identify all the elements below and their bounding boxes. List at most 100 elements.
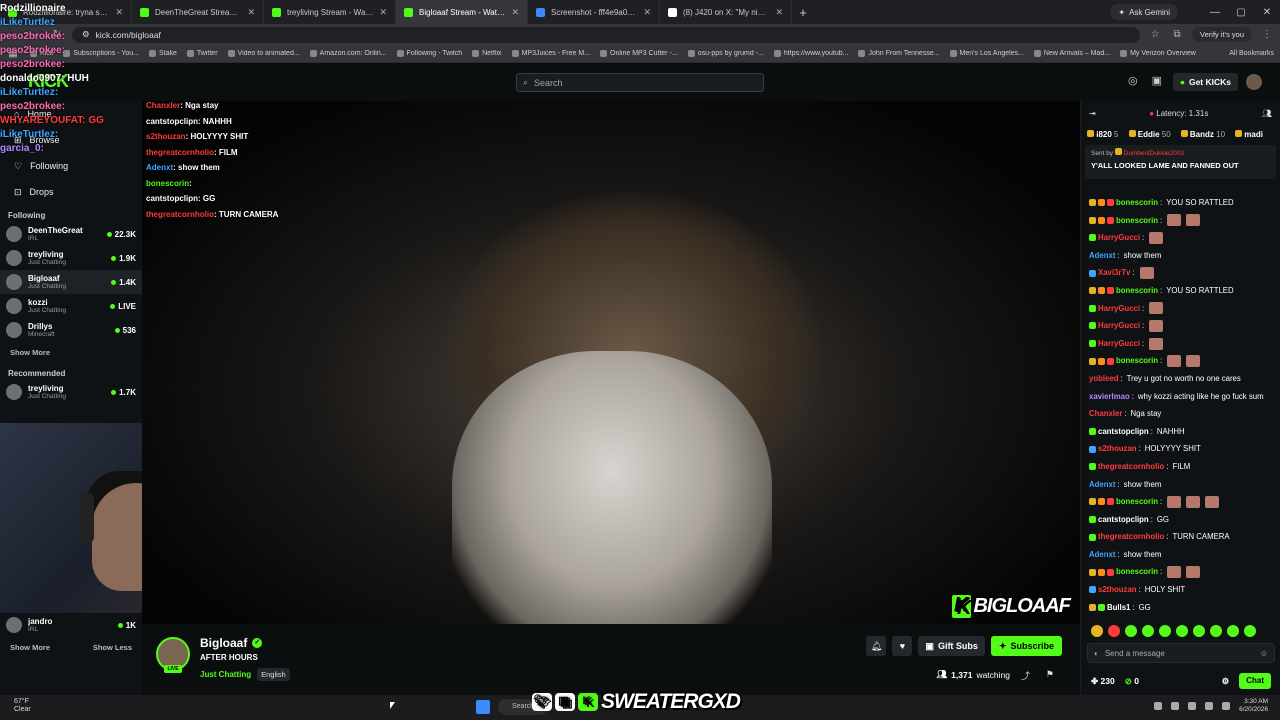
chat-message[interactable]: Adenxt: show them [1081,546,1280,564]
new-tab-button[interactable]: + [792,5,814,20]
send-chat-button[interactable]: Chat [1239,673,1271,689]
show-more-bottom-button[interactable]: Show More [0,637,60,658]
tab-close-icon[interactable]: ✕ [775,7,783,18]
chat-username[interactable]: Xavi3rTv [1098,264,1131,282]
extensions-icon[interactable]: ⧉ [1170,29,1184,40]
chat-username[interactable]: Chanxler [1089,405,1122,423]
chat-users-icon[interactable]: 👥︎ [1262,109,1272,118]
chat-message[interactable]: Adenxt: show them [1081,247,1280,265]
show-less-button[interactable]: Show Less [83,637,142,658]
chat-message[interactable]: cantstopclipn: GG [1081,511,1280,529]
emoji-picker-icon[interactable]: ☺ [1260,649,1268,658]
chat-username[interactable]: Adenxt [1089,476,1115,494]
bookmark-item[interactable]: New Arrivals – Mad... [1033,50,1110,57]
share-icon[interactable]: ⤴ [1021,669,1030,682]
chat-username[interactable]: Adenxt [1089,247,1115,265]
bookmark-item[interactable]: Twitter [186,50,218,57]
collapse-chat-icon[interactable]: ⇥ [1089,109,1096,118]
chat-username[interactable]: thegreatcornholio [1098,458,1164,476]
get-kicks-button[interactable]: ● Get KICKs [1172,73,1238,91]
chat-message[interactable]: s2thouzan: HOLY SHIT [1081,581,1280,599]
url-input[interactable]: ⚙ kick.com/bigloaaf [72,26,1141,43]
profile-button[interactable]: Verify it's you [1192,27,1252,42]
chat-settings-icon[interactable]: ⚙ [1222,676,1230,687]
emote-icon[interactable] [1108,625,1120,637]
emote-icon[interactable] [1244,625,1256,637]
stream-manager-icon[interactable]: ▣ [1149,74,1165,90]
tray-chevron-icon[interactable] [1154,702,1163,710]
chat-username[interactable]: HarryGucci [1098,229,1140,247]
bookmark-item[interactable]: Netflix [472,50,502,57]
windows-start-icon[interactable] [476,700,490,714]
close-window-icon[interactable]: ✕ [1254,7,1280,18]
tab-close-icon[interactable]: ✕ [379,7,387,18]
chat-username[interactable]: bonescorin [1116,563,1158,581]
chat-message[interactable]: HarryGucci: [1081,335,1280,353]
chat-message[interactable]: bonescorin: YOU SO RATTLED [1081,194,1280,212]
tab-close-icon[interactable]: ✕ [643,7,651,18]
chat-message[interactable]: bonescorin: YOU SO RATTLED [1081,282,1280,300]
radar-icon[interactable]: ◎ [1125,74,1141,90]
bookmark-item[interactable]: My Verizon Overview [1120,50,1196,57]
user-avatar[interactable] [1246,74,1262,90]
tab-5[interactable]: (8) J420 on X: "My nigga AB is a ✕ [660,0,792,24]
bookmark-star-icon[interactable]: ☆ [1148,29,1162,40]
leader-entry[interactable]: i820 5 [1087,129,1119,139]
stream-language[interactable]: English [257,668,290,681]
sidebar-channel-bigloaaf[interactable]: Bigloaaf Just Chatting 1.4K [0,270,142,294]
chat-message[interactable]: thegreatcornholio: FILM [1081,458,1280,476]
sidebar-channel-treyliving[interactable]: treyliving Just Chatting 1.7K [0,380,142,404]
chat-message[interactable]: Chanxler: Nga stay [1081,405,1280,423]
leader-entry[interactable]: Bandz 10 [1180,129,1225,139]
more-options-icon[interactable]: ⚑ [1046,669,1054,680]
chat-username[interactable]: HarryGucci [1098,300,1140,318]
tab-4[interactable]: Screenshot - fff4e9a07bf708d ✕ [528,0,660,24]
weather-widget[interactable]: 67°F Clear [14,698,31,714]
chat-message[interactable]: HarryGucci: [1081,300,1280,318]
chat-badge-icon[interactable]: ◐ [1094,649,1099,658]
leader-entry[interactable]: Eddie 50 [1128,129,1171,139]
show-more-button[interactable]: Show More [0,342,142,363]
emote-icon[interactable] [1125,625,1137,637]
chat-message[interactable]: HarryGucci: [1081,229,1280,247]
sidebar-channel-kozzi[interactable]: kozzi Just Chatting LIVE [0,294,142,318]
sidebar-nav-drops[interactable]: ⊡ Drops [0,179,142,205]
chat-message[interactable]: xavierlmao: why kozzi acting like he go f… [1081,388,1280,406]
chat-message[interactable]: s2thouzan: HOLYYYY SHIT [1081,440,1280,458]
clock[interactable]: 3:30 AM 6/20/2026 [1239,698,1268,714]
bookmark-item[interactable]: Stake [149,50,177,57]
chat-username[interactable]: Bulls1 [1107,599,1130,617]
chat-username[interactable]: bonescorin [1116,493,1158,511]
follow-heart-icon[interactable]: ♥ [892,636,913,656]
chat-message[interactable]: Adenxt: show them [1081,476,1280,494]
chat-username[interactable]: bonescorin [1116,194,1158,212]
bookmark-item[interactable]: https://www.youtub... [773,50,848,57]
channel-points[interactable]: ⊘ 0 [1125,676,1139,687]
subscribe-button[interactable]: ✦ Subscribe [990,636,1062,656]
chat-username[interactable]: thegreatcornholio [1098,528,1164,546]
search-input[interactable]: ⌕ Search [516,73,764,92]
volume-icon[interactable] [1222,702,1231,710]
gift-subs-button[interactable]: ▣ Gift Subs [918,636,985,656]
emote-icon[interactable] [1159,625,1171,637]
chat-username[interactable]: Adenxt [1089,546,1115,564]
notification-bell-icon[interactable]: 🔔︎ [866,636,887,656]
bookmark-item[interactable]: Amazon.com: Onlin... [309,50,387,57]
chat-username[interactable]: HarryGucci [1098,335,1140,353]
chat-username[interactable]: bonescorin [1116,352,1158,370]
sidebar-channel-treyliving[interactable]: treyliving Just Chatting 1.9K [0,246,142,270]
chat-username[interactable]: xavierlmao [1089,388,1130,406]
tab-2[interactable]: treyliving Stream - Watch Live ✕ [264,0,396,24]
menu-icon[interactable]: ⋮ [1260,29,1274,40]
bookmark-item[interactable]: osu-pps by grumd -... [687,50,764,57]
chat-message[interactable]: bonescorin: [1081,493,1280,511]
emote-icon[interactable] [1193,625,1205,637]
bookmark-item[interactable]: Video to animated... [227,50,300,57]
kicks-balance[interactable]: ✤ 230 [1091,676,1115,687]
chat-username[interactable]: bonescorin [1116,212,1158,230]
chat-username[interactable]: cantstopclipn [1098,423,1149,441]
chat-username[interactable]: s2thouzan [1098,581,1137,599]
tab-1[interactable]: DeenTheGreat Stream - Watch ✕ [132,0,264,24]
ask-gemini-button[interactable]: ✦ Ask Gemini [1110,4,1178,20]
chat-message[interactable]: Xavi3rTv: [1081,264,1280,282]
